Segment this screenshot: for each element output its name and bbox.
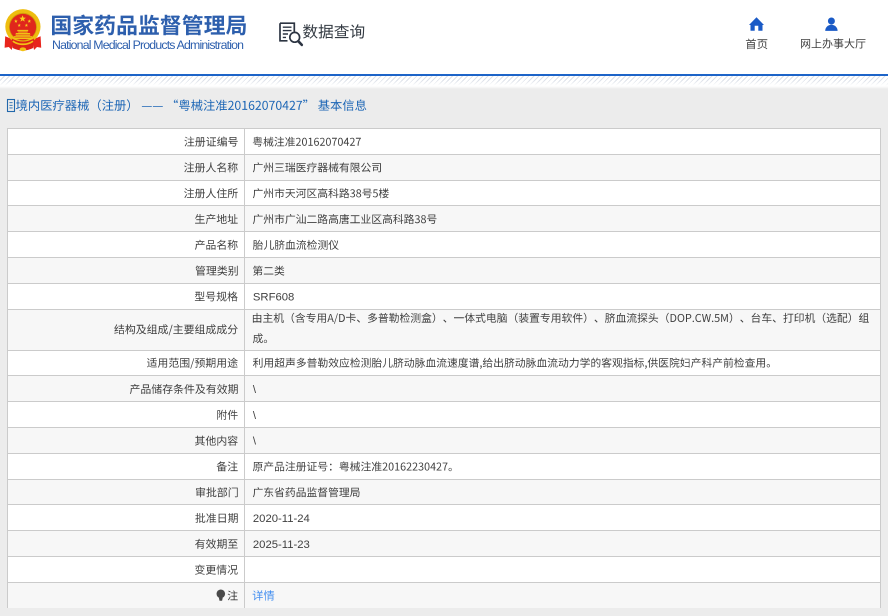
svg-text:\: \ — [253, 436, 257, 448]
svg-text:\: \ — [253, 410, 257, 422]
svg-text:\: \ — [253, 384, 257, 396]
svg-text:2020-11-24: 2020-11-24 — [253, 513, 310, 525]
svg-text:2025-11-23: 2025-11-23 — [253, 539, 310, 551]
svg-text:National Medical Products Admi: National Medical Products Administration — [52, 38, 244, 52]
svg-text:SRF608: SRF608 — [253, 291, 294, 303]
